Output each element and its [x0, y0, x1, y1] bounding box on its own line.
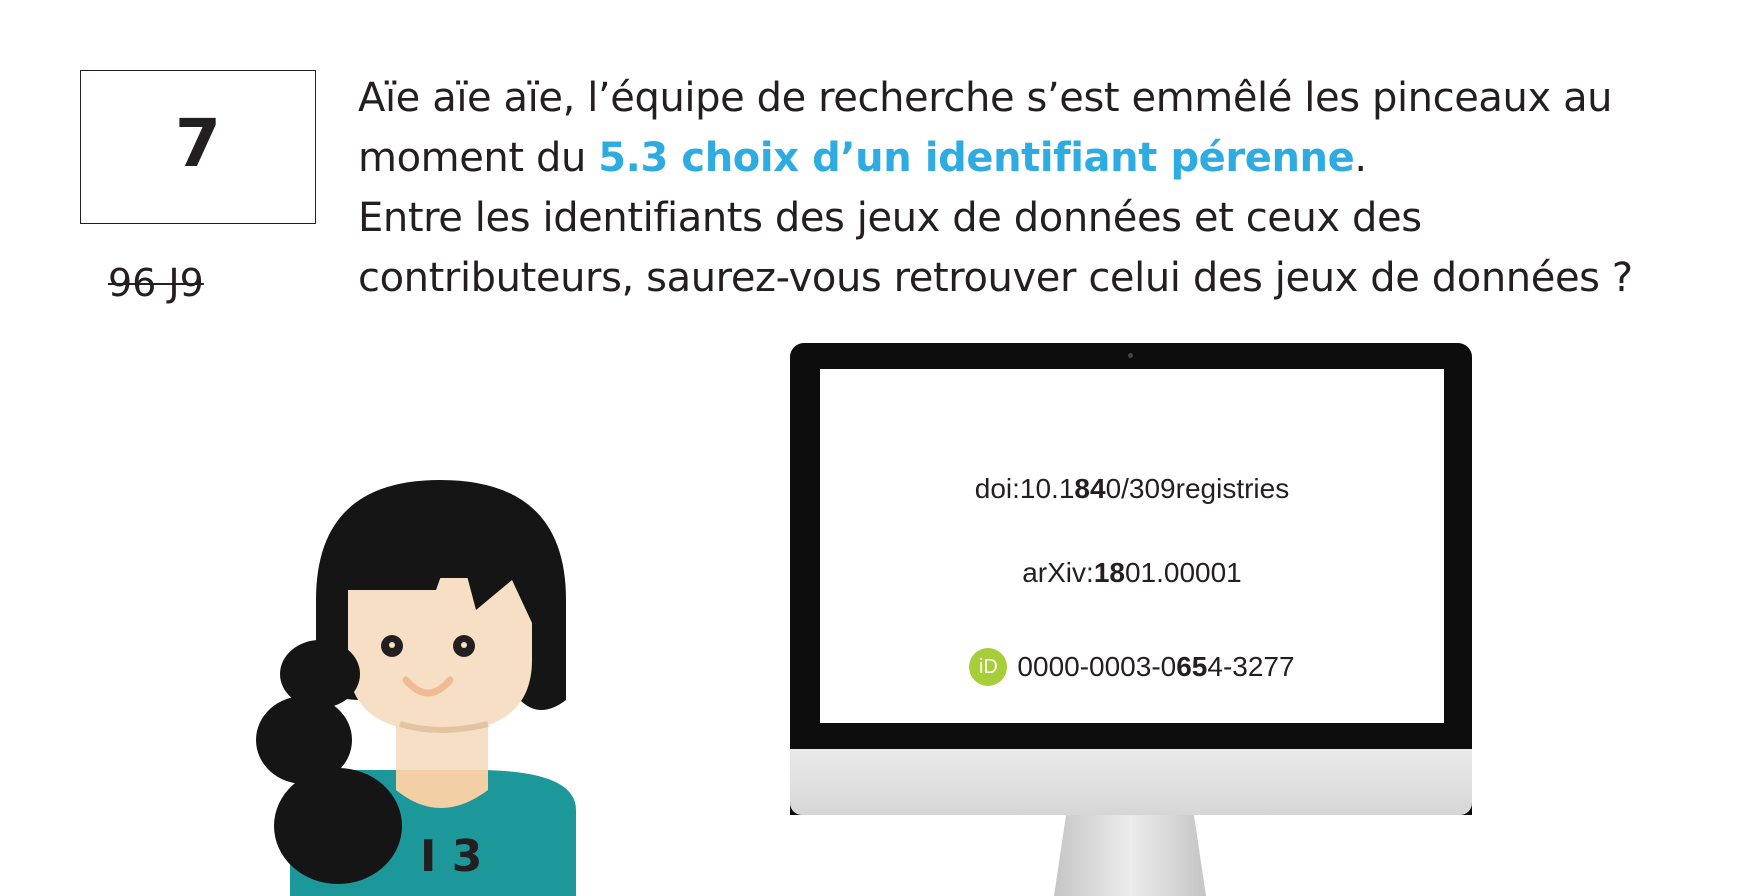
monitor-illustration: doi:10.1840/309registries arXiv:1801.000… [790, 343, 1472, 896]
orcid-identifier: iD 0000-0003-0654-3277 [820, 647, 1444, 686]
arxiv-bold: 18 [1093, 557, 1125, 588]
monitor-screen: doi:10.1840/309registries arXiv:1801.000… [820, 369, 1444, 723]
monitor-stand [1054, 815, 1206, 896]
orcid-bold: 65 [1176, 651, 1208, 682]
monitor-chin [790, 749, 1472, 815]
arxiv-prefix: arXiv: [1022, 557, 1094, 588]
face [348, 578, 532, 732]
arxiv-suffix: 01.00001 [1124, 557, 1242, 588]
arxiv-identifier: arXiv:1801.00001 [820, 555, 1444, 591]
ponytail-bottom [274, 768, 402, 884]
doi-bold: 84 [1074, 473, 1106, 504]
flipped-code-text: 96 J9 [108, 261, 204, 305]
question-line-4: contributeurs, saurez-vous retrouver cel… [358, 255, 1633, 301]
orcid-icon: iD [969, 647, 1008, 686]
question-line-1: Aïe aïe aïe, l’équipe de recherche s’est… [358, 75, 1613, 121]
camera-icon [1128, 353, 1133, 358]
shirt-number: I 3 [420, 831, 483, 882]
puzzle-number-box: 7 [80, 70, 316, 224]
flipped-code: 96 J9 [108, 258, 228, 308]
right-eye-glint [461, 642, 467, 648]
doi-prefix: doi:10.1 [974, 473, 1075, 504]
orcid-prefix: 0000-0003-0 [1017, 651, 1177, 682]
question-line-2: moment du 5.3 choix d’un identifiant pér… [358, 128, 1738, 188]
doi-suffix: 0/309registries [1105, 473, 1290, 504]
section-link[interactable]: 5.3 choix d’un identifiant pérenne [598, 135, 1355, 181]
question-text: Aïe aïe aïe, l’équipe de recherche s’est… [358, 68, 1738, 308]
question-line-2-after: . [1354, 135, 1367, 181]
doi-identifier: doi:10.1840/309registries [820, 471, 1444, 507]
left-eye-glint [389, 642, 395, 648]
monitor-bezel: doi:10.1840/309registries arXiv:1801.000… [790, 343, 1472, 815]
question-line-2-before: moment du [358, 135, 599, 181]
puzzle-number: 7 [175, 105, 221, 182]
question-line-3: Entre les identifiants des jeux de donné… [358, 195, 1422, 241]
orcid-suffix: 4-3277 [1207, 651, 1295, 682]
